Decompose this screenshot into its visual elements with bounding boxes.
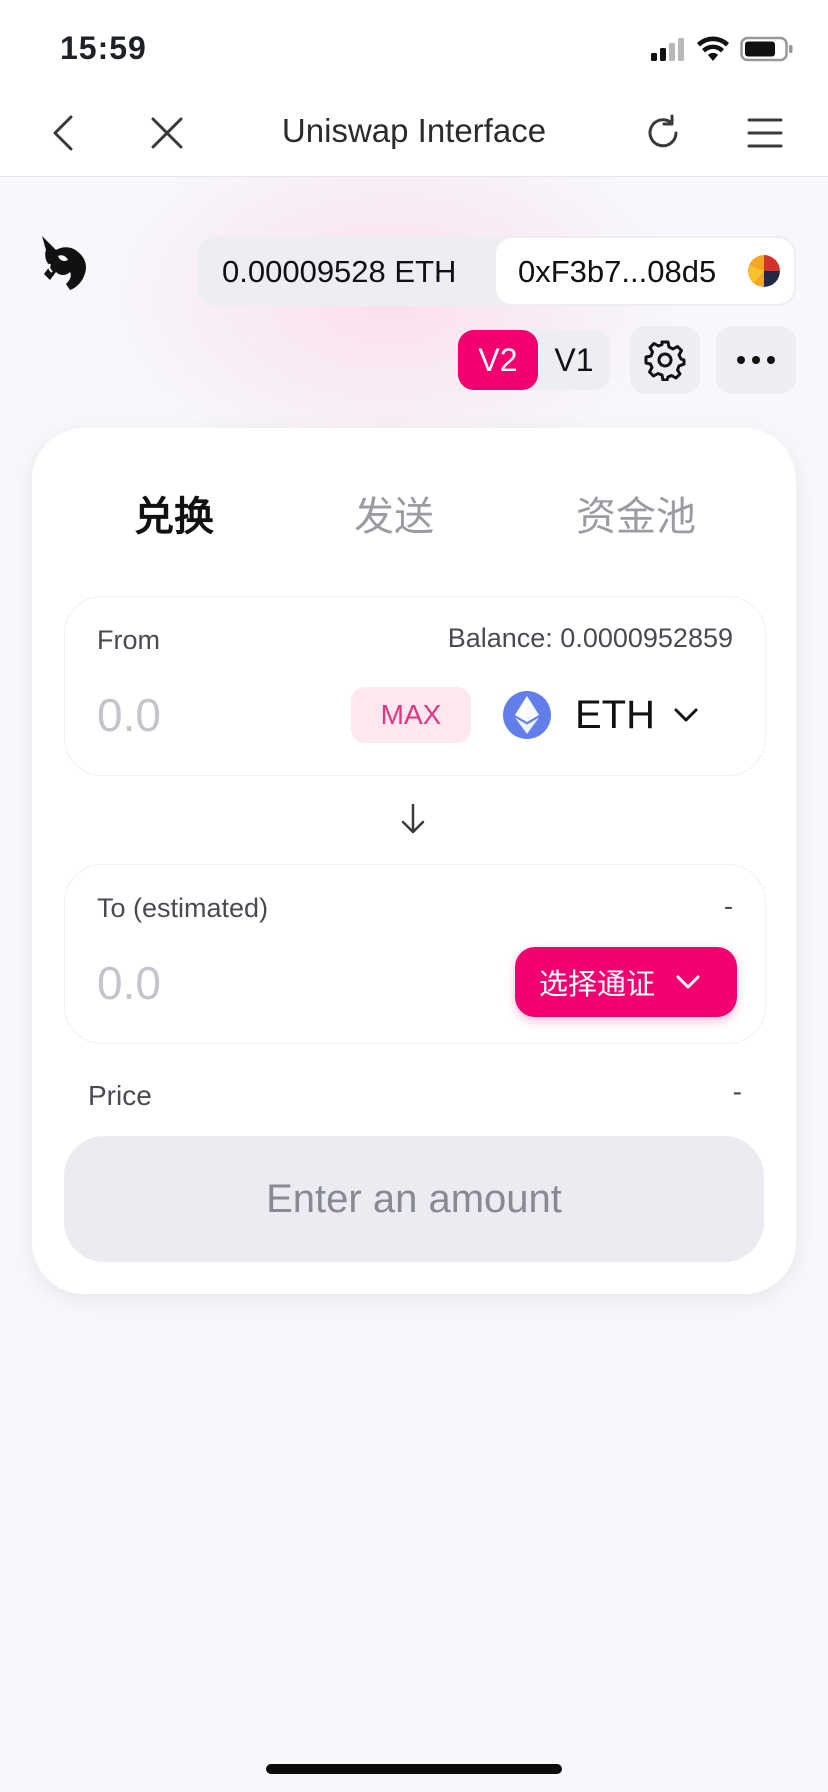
- tab-swap[interactable]: 兑换: [134, 484, 214, 542]
- reload-icon: [648, 114, 678, 148]
- v2-button[interactable]: V2: [458, 330, 538, 390]
- account-balance-pill: 0.00009528 ETH 0xF3b7...08d5: [198, 236, 796, 306]
- price-label: Price: [88, 1080, 152, 1111]
- from-token-symbol: ETH: [575, 692, 655, 737]
- to-balance: -: [724, 891, 733, 921]
- from-panel: From Balance: 0.0000952859 MAX ETH: [64, 596, 766, 776]
- status-icons: [650, 36, 794, 62]
- max-button[interactable]: MAX: [351, 687, 471, 743]
- tab-pool[interactable]: 资金池: [576, 484, 696, 542]
- chevron-down-icon: [676, 975, 700, 989]
- status-bar: 15:59: [0, 0, 828, 90]
- to-label: To (estimated): [97, 893, 269, 923]
- settings-button[interactable]: [630, 326, 700, 394]
- wallet-address-button[interactable]: 0xF3b7...08d5: [496, 238, 794, 304]
- battery-icon: [740, 36, 793, 62]
- version-toggle: V2 V1: [458, 330, 610, 390]
- price-value: -: [732, 1076, 742, 1107]
- wifi-icon: [697, 36, 729, 61]
- wallet-avatar-icon: [748, 255, 780, 287]
- reload-button[interactable]: [638, 108, 688, 158]
- to-panel: To (estimated) - 选择通证: [64, 864, 766, 1044]
- status-time: 15:59: [60, 30, 147, 66]
- wallet-address: 0xF3b7...08d5: [518, 254, 717, 289]
- v1-button[interactable]: V1: [538, 330, 610, 390]
- menu-button[interactable]: [740, 108, 790, 158]
- more-dots-icon: [737, 356, 775, 364]
- from-amount-input[interactable]: [97, 683, 337, 747]
- to-amount-input[interactable]: [97, 951, 337, 1015]
- from-token-select[interactable]: ETH: [503, 681, 743, 749]
- gear-icon: [644, 340, 686, 381]
- chevron-down-icon: [674, 708, 698, 722]
- more-options-button[interactable]: [716, 326, 796, 394]
- tab-send[interactable]: 发送: [354, 484, 434, 542]
- from-balance: Balance: 0.0000952859: [447, 623, 733, 653]
- uniswap-unicorn-logo: [42, 236, 86, 290]
- from-label: From: [97, 625, 160, 655]
- eth-balance: 0.00009528 ETH: [222, 254, 457, 289]
- home-indicator: [266, 1764, 562, 1774]
- cellular-signal-icon: [651, 38, 684, 61]
- enter-amount-button[interactable]: Enter an amount: [64, 1136, 764, 1262]
- swap-card: 兑换 发送 资金池 From Balance: 0.0000952859 MAX…: [32, 428, 796, 1294]
- select-token-button[interactable]: 选择通证: [515, 947, 737, 1017]
- browser-toolbar: Uniswap Interface: [0, 90, 828, 177]
- hamburger-menu-icon: [747, 118, 783, 148]
- swap-direction-arrow-icon[interactable]: [398, 802, 428, 836]
- select-token-label: 选择通证: [539, 967, 656, 1001]
- eth-logo-icon: [503, 691, 551, 739]
- page-title: Uniswap Interface: [281, 112, 547, 149]
